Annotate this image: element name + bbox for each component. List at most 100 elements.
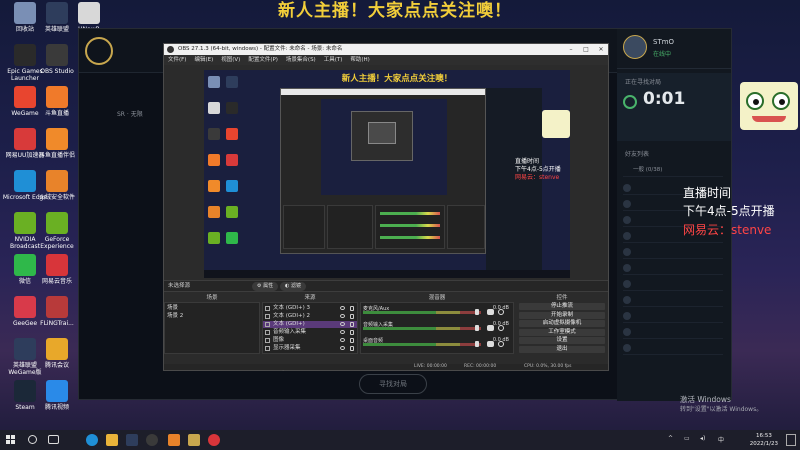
gear-icon[interactable] [498,341,504,347]
preview-desktop-icon [226,180,238,192]
scene-list-item[interactable]: 场景 [167,305,178,312]
douyu-taskbar-icon[interactable] [168,434,180,446]
profile-section[interactable]: STmO 在线中 [617,29,731,69]
edge-taskbar-icon[interactable] [86,434,98,446]
list-item[interactable] [623,309,723,323]
preview-desktop-icon [226,206,238,218]
control-button[interactable]: 退出 [519,345,605,353]
desktop-shortcut[interactable]: 斗鱼直播伴侣 [34,128,80,159]
tray-expand-icon[interactable]: ^ [668,435,673,442]
app-icon [78,2,100,24]
visibility-eye-icon[interactable] [340,346,345,350]
list-item[interactable] [623,293,723,307]
windows-start-icon[interactable] [6,435,16,445]
preview-desktop-icons [204,70,244,270]
control-button[interactable]: 设置 [519,337,605,344]
desktop-shortcut[interactable]: 火绒安全软件 [34,170,80,201]
lock-icon[interactable] [350,346,354,351]
nested-preview-innermost [368,122,396,144]
netease-music-taskbar-icon[interactable] [208,434,220,446]
source-type-icon [265,338,270,343]
obs-menu-item[interactable]: 配置文件(P) [248,57,278,63]
source-list-item[interactable]: 显示器采集 [263,345,357,352]
lock-icon[interactable] [350,306,354,311]
source-list-item[interactable]: 文本 (GDI+) [263,321,357,328]
speaker-icon[interactable] [487,325,494,331]
lock-icon[interactable] [350,314,354,319]
source-list-item[interactable]: 文本 (GDI+) 2 [263,313,357,320]
obs-menu-item[interactable]: 编辑(E) [194,57,213,63]
search-icon[interactable] [28,435,37,444]
volume-slider[interactable] [475,325,479,331]
desktop-shortcut[interactable]: 腾讯视频 [34,380,80,411]
preview-nested-obs [280,88,486,254]
file-explorer-taskbar-icon[interactable] [106,434,118,446]
properties-label: 属性 [263,283,274,289]
desktop-shortcut[interactable]: GeForce Experience [34,212,80,250]
minimize-icon[interactable]: – [564,44,578,55]
obs-menu-item[interactable]: 帮助(H) [350,57,369,63]
gear-icon[interactable] [498,309,504,315]
taskbar-clock[interactable]: 16:53 2022/1/23 [750,432,778,448]
control-button[interactable]: 停止推流 [519,303,605,310]
obs-menu-item[interactable]: 场景集合(S) [286,57,316,63]
task-view-icon[interactable] [48,435,59,444]
volume-slider[interactable] [475,341,479,347]
preview-desktop-icon [208,180,220,192]
friends-group-header[interactable]: 一般 (0/38) [623,163,723,177]
desktop-shortcut[interactable]: 斗鱼直播 [34,86,80,117]
obs-menu-item[interactable]: 文件(F) [168,57,186,63]
preview-netease-id: 网易云：stenve [515,174,560,181]
desktop-shortcut[interactable]: FLiNGTrai... [34,296,80,327]
filters-button[interactable]: ◐ 滤镜 [280,282,306,291]
app-icon [46,170,68,192]
lock-icon[interactable] [350,322,354,327]
volume-slider[interactable] [475,309,479,315]
list-item[interactable] [623,341,723,355]
visibility-eye-icon[interactable] [340,322,345,326]
windows-taskbar: ^ ▭ ◂) 中 16:53 2022/1/23 [0,430,800,450]
list-item[interactable] [623,325,723,339]
list-item[interactable] [623,245,723,259]
visibility-eye-icon[interactable] [340,314,345,318]
list-item[interactable] [623,261,723,275]
lock-icon[interactable] [350,330,354,335]
desktop-shortcut[interactable]: 腾讯会议 [34,338,80,369]
source-list-item[interactable]: 文本 (GDI+) 3 [263,305,357,312]
network-icon[interactable]: ▭ [684,435,690,442]
obs-menu-item[interactable]: 视图(V) [221,57,240,63]
control-button[interactable]: 工作室模式 [519,328,605,336]
find-match-button[interactable]: 寻找对局 [359,374,427,394]
obs-preview-canvas[interactable]: 新人主播！大家点点关注噢！ 直播时间 下午4点-5点开播 网易云：stenve [204,70,570,278]
desktop-shortcut[interactable]: OBS Studio [34,44,80,75]
visibility-eye-icon[interactable] [340,338,345,342]
lock-icon[interactable] [350,338,354,343]
control-button[interactable]: 开始录制 [519,311,605,319]
speaker-icon[interactable] [487,309,494,315]
friends-group-label: 一般 (0/38) [633,167,663,173]
obs-taskbar-icon[interactable] [146,434,158,446]
source-type-icon [265,346,270,351]
gear-icon[interactable] [498,325,504,331]
lol-taskbar-icon[interactable] [126,434,138,446]
maximize-icon[interactable]: □ [579,44,593,55]
properties-button[interactable]: ⚙ 属性 [252,282,279,291]
list-item[interactable] [623,277,723,291]
obs-title-bar[interactable]: OBS 27.1.3 (64-bit, windows) - 配置文件: 未命名… [164,44,608,55]
volume-icon[interactable]: ◂) [700,435,705,442]
obs-menu-item[interactable]: 工具(T) [324,57,343,63]
control-button[interactable]: 启动虚拟摄像机 [519,320,605,327]
notification-icon[interactable] [786,434,796,446]
friend-avatar [623,216,631,224]
visibility-eye-icon[interactable] [340,330,345,334]
visibility-eye-icon[interactable] [340,306,345,310]
speaker-icon[interactable] [487,341,494,347]
scene-list-item[interactable]: 场景 2 [167,313,183,320]
source-list-item[interactable]: 图像 [263,337,357,344]
game-launcher-taskbar-icon[interactable] [188,434,200,446]
close-icon[interactable]: ✕ [594,44,608,55]
desktop-shortcut[interactable]: 网易云音乐 [34,254,80,285]
avatar[interactable] [623,35,647,59]
input-method-indicator[interactable]: 中 [718,435,724,444]
source-list-item[interactable]: 音频输入采集 [263,329,357,336]
